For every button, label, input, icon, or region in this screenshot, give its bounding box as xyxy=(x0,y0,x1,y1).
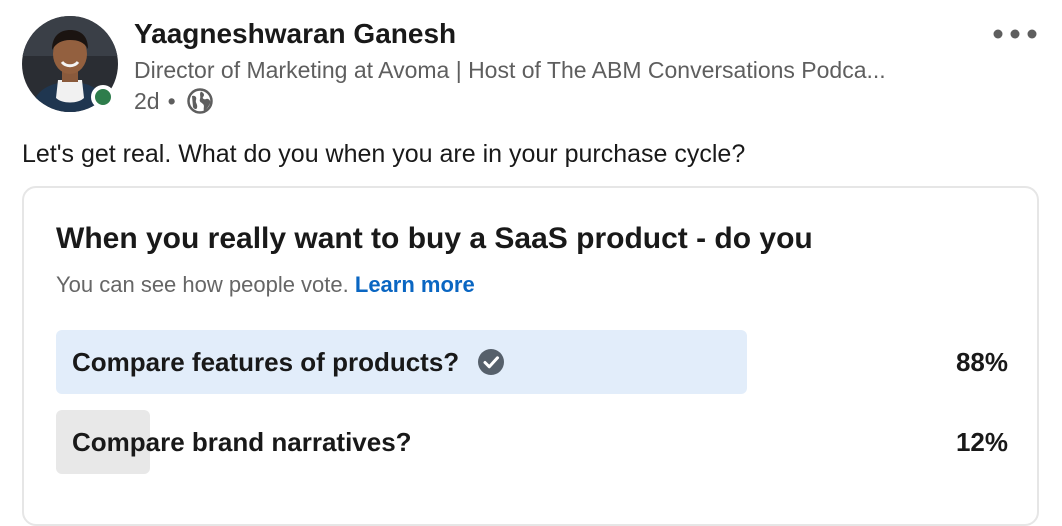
author-headline: Director of Marketing at Avoma | Host of… xyxy=(134,57,886,83)
poll-option[interactable]: Compare brand narratives? 12% xyxy=(56,410,1008,474)
poll-option[interactable]: Compare features of products? 88% xyxy=(56,330,1008,394)
ellipsis-icon xyxy=(993,29,1037,39)
learn-more-link[interactable]: Learn more xyxy=(355,272,475,297)
post-meta: 2d • xyxy=(134,87,214,115)
poll-question: When you really want to buy a SaaS produ… xyxy=(56,222,813,255)
meta-separator: • xyxy=(167,87,176,114)
poll-card: When you really want to buy a SaaS produ… xyxy=(22,186,1039,526)
check-circle-icon xyxy=(477,348,505,376)
more-options-button[interactable] xyxy=(990,20,1040,48)
post-timestamp: 2d xyxy=(134,87,160,114)
post-text: Let's get real. What do you when you are… xyxy=(22,140,746,168)
poll-option-percent: 88% xyxy=(955,346,1008,377)
poll-option-percent: 12% xyxy=(955,426,1008,457)
online-status-indicator xyxy=(91,85,115,109)
author-name[interactable]: Yaagneshwaran Ganesh xyxy=(134,18,456,50)
globe-icon xyxy=(186,87,214,115)
poll-visibility-text: You can see how people vote. xyxy=(56,272,349,297)
poll-option-label-row: Compare brand narratives? xyxy=(72,410,412,474)
poll-visibility-note: You can see how people vote. Learn more xyxy=(56,272,475,298)
poll-option-label: Compare features of products? xyxy=(72,346,460,377)
poll-option-label: Compare brand narratives? xyxy=(72,426,412,457)
poll-option-label-row: Compare features of products? xyxy=(72,330,505,394)
